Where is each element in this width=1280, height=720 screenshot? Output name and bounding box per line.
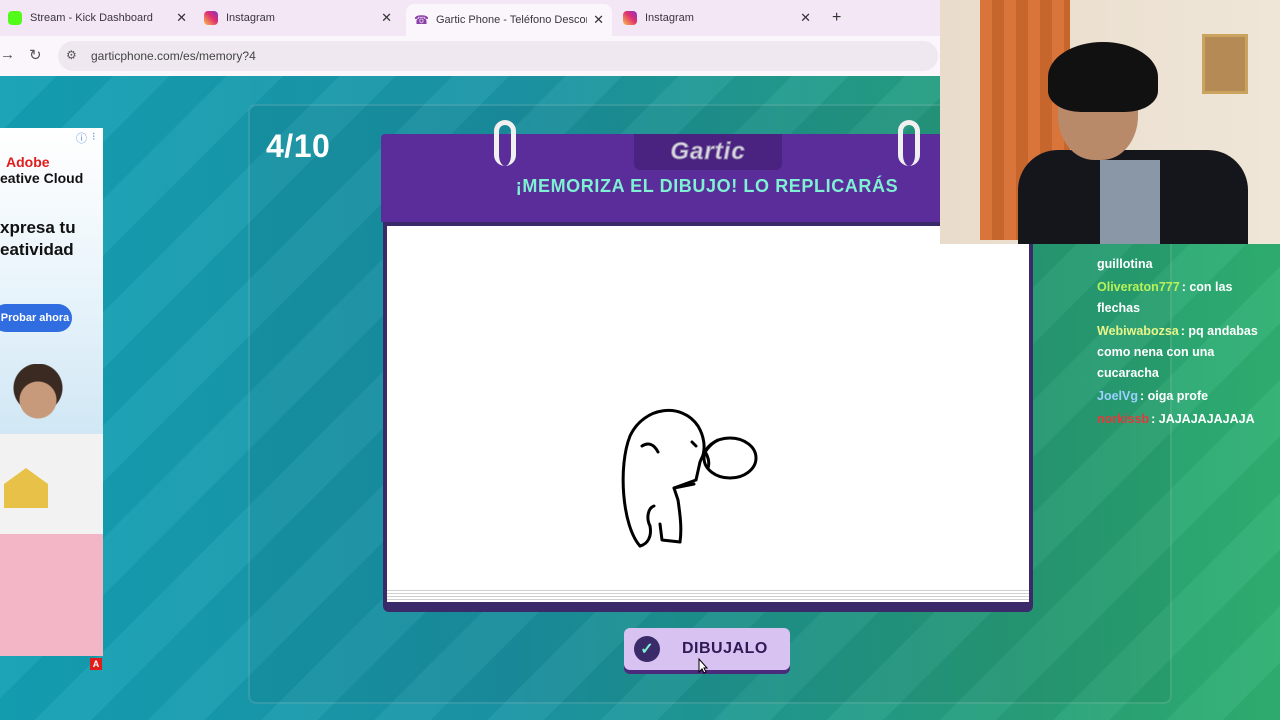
chat-message: JoelVg: oiga profe — [1097, 389, 1209, 403]
draw-it-label: DIBUJALO — [682, 640, 768, 657]
chat-username: Oliveraton777 — [1097, 280, 1180, 294]
round-counter: 4/10 — [266, 128, 331, 164]
webcam-wall-picture — [1202, 34, 1248, 94]
chat-message: norkissb: JAJAJAJAJAJA — [1097, 412, 1255, 426]
ad-person-image — [0, 364, 103, 656]
new-tab-button[interactable]: + — [832, 9, 841, 27]
close-icon[interactable]: ✕ — [176, 10, 187, 26]
advertisement-banner[interactable]: ⓘ ⁝ Adobe eative Cloud xpresa tu eativid… — [0, 128, 103, 656]
logo-text: Gartic — [670, 138, 746, 166]
chat-username: norkissb — [1097, 412, 1150, 426]
canvas-pages — [387, 588, 1029, 602]
ad-product: eative Cloud — [0, 170, 84, 186]
chat-message: Webiwabozsa: pq andabas como nena con un… — [1097, 324, 1258, 380]
tab-instagram-2[interactable]: Instagram ✕ — [615, 4, 819, 32]
webcam-person-shirt — [1100, 160, 1160, 244]
tab-instagram-1[interactable]: Instagram ✕ — [196, 4, 400, 32]
mouse-cursor-icon — [698, 658, 708, 674]
close-icon[interactable]: ✕ — [800, 10, 811, 26]
reload-icon[interactable]: ↻ — [29, 46, 42, 64]
url-text[interactable]: garticphone.com/es/memory?4 — [91, 49, 256, 63]
ad-info-icon[interactable]: ⓘ — [76, 130, 87, 146]
chat-text: guillotina — [1097, 257, 1153, 271]
ad-headline: xpresa tu — [0, 218, 76, 237]
memory-drawing — [621, 408, 758, 548]
ad-menu-icon[interactable]: ⁝ — [92, 130, 96, 143]
kick-icon — [8, 11, 22, 25]
instruction-text: ¡MEMORIZA EL DIBUJO! LO REPLICARÁS — [515, 176, 899, 196]
check-icon: ✓ — [634, 636, 660, 662]
site-settings-icon[interactable]: ⚙ — [66, 48, 77, 62]
phone-icon: ☎ — [414, 13, 429, 27]
close-icon[interactable]: ✕ — [381, 10, 392, 26]
url-field[interactable]: ⚙ garticphone.com/es/memory?4 — [58, 41, 938, 71]
ad-headline: eatividad — [0, 240, 74, 259]
close-icon[interactable]: ✕ — [593, 12, 604, 28]
tab-gartic-phone[interactable]: ☎ Gartic Phone - Teléfono Descon ✕ — [406, 4, 612, 36]
tab-kick-dashboard[interactable]: Stream - Kick Dashboard ✕ — [0, 4, 195, 32]
tab-title: Stream - Kick Dashboard — [30, 12, 153, 24]
webcam-person-hair — [1048, 42, 1158, 112]
chat-message: guillotina — [1097, 254, 1273, 275]
webcam-overlay — [940, 0, 1280, 244]
address-bar: → ↻ ⚙ garticphone.com/es/memory?4 — [0, 36, 940, 76]
ad-brand: Adobe — [6, 154, 50, 170]
forward-icon[interactable]: → — [0, 46, 15, 63]
instagram-icon — [204, 11, 218, 25]
binder-ring-icon — [898, 120, 920, 166]
tab-title: Instagram — [645, 12, 694, 24]
chat-username: JoelVg — [1097, 389, 1138, 403]
tab-title: Gartic Phone - Teléfono Descon — [436, 14, 588, 26]
binder-ring-icon — [494, 120, 516, 166]
chat-text: JAJAJAJAJAJA — [1158, 412, 1255, 426]
adobe-badge-icon: A — [90, 658, 102, 670]
chat-message: Oliveraton777: con las flechas — [1097, 280, 1233, 315]
instagram-icon — [623, 11, 637, 25]
ad-cta-button[interactable]: Probar ahora — [0, 304, 72, 332]
stream-chat: guillotina Oliveraton777: con las flecha… — [1097, 254, 1273, 432]
chat-text: oiga profe — [1147, 389, 1209, 403]
gartic-logo: Gartic — [634, 134, 782, 170]
tab-title: Instagram — [226, 12, 275, 24]
chat-username: Webiwabozsa — [1097, 324, 1179, 338]
